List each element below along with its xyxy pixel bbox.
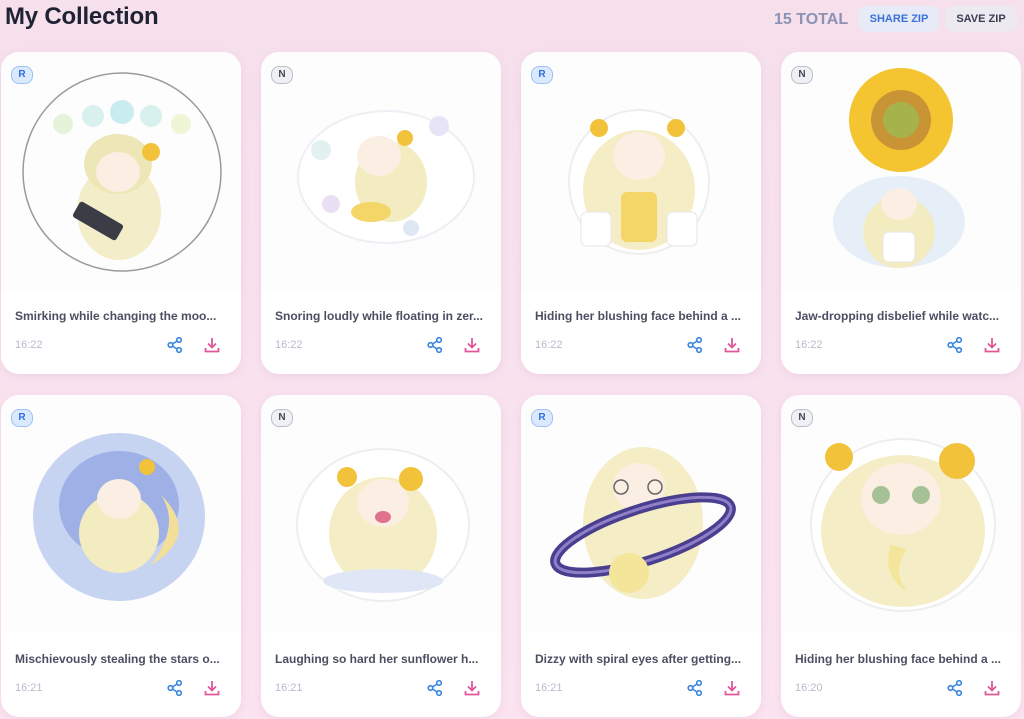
share-icon[interactable] [946,336,964,354]
rarity-badge: N [271,409,293,427]
sticker-time: 16:22 [535,339,563,351]
sticker-card[interactable]: N Hiding her blushing face behind a ... … [781,395,1021,717]
sticker-image[interactable] [781,395,1021,633]
share-icon[interactable] [426,336,444,354]
sticker-illustration [550,447,736,599]
sticker-illustration [22,72,222,272]
sticker-caption: Dizzy with spiral eyes after getting... [535,652,742,666]
sticker-caption: Snoring loudly while floating in zer... [275,309,484,323]
sticker-time: 16:22 [795,339,823,351]
sticker-caption: Hiding her blushing face behind a ... [535,309,742,323]
sticker-image[interactable] [1,395,241,633]
page-title: My Collection [5,3,159,30]
share-icon[interactable] [946,679,964,697]
rarity-badge: R [531,409,553,427]
sticker-time: 16:22 [15,339,43,351]
download-icon[interactable] [723,679,741,697]
sticker-card[interactable]: N Jaw-dropping disbelief while watc... 1… [781,52,1021,374]
sticker-image[interactable] [521,52,761,290]
sticker-card[interactable]: N Snoring loudly while floating in zer..… [261,52,501,374]
sticker-card[interactable]: R Smirking while changing the moo... 16:… [1,52,241,374]
collection-header: My Collection 15 TOTAL SHARE ZIP SAVE ZI… [0,0,1024,40]
sticker-illustration [33,433,205,601]
sticker-image[interactable] [1,52,241,290]
download-icon[interactable] [203,679,221,697]
download-icon[interactable] [983,336,1001,354]
sticker-card[interactable]: R Hiding her blushing face behind a ... … [521,52,761,374]
share-icon[interactable] [166,336,184,354]
sticker-caption: Hiding her blushing face behind a ... [795,652,1002,666]
sticker-illustration [296,448,470,602]
sticker-caption: Smirking while changing the moo... [15,309,217,323]
sticker-time: 16:20 [795,682,823,694]
sticker-caption: Laughing so hard her sunflower h... [275,652,479,666]
sticker-image[interactable] [261,395,501,633]
download-icon[interactable] [983,679,1001,697]
sticker-card[interactable]: N Laughing so hard her sunflower h... 16… [261,395,501,717]
sticker-illustration [833,68,965,268]
share-zip-button[interactable]: SHARE ZIP [859,6,939,32]
sticker-illustration [568,109,710,255]
share-icon[interactable] [686,679,704,697]
sticker-image[interactable] [781,52,1021,290]
share-icon[interactable] [686,336,704,354]
sticker-time: 16:21 [275,682,303,694]
rarity-badge: R [531,66,553,84]
sticker-illustration [810,438,996,612]
sticker-image[interactable] [521,395,761,633]
sticker-card[interactable]: R Mischievously stealing the stars o... … [1,395,241,717]
rarity-badge: R [11,66,33,84]
download-icon[interactable] [203,336,221,354]
rarity-badge: R [11,409,33,427]
share-icon[interactable] [166,679,184,697]
download-icon[interactable] [463,336,481,354]
rarity-badge: N [791,66,813,84]
download-icon[interactable] [463,679,481,697]
sticker-caption: Mischievously stealing the stars o... [15,652,220,666]
sticker-time: 16:21 [15,682,43,694]
sticker-card[interactable]: R Dizzy with spiral eyes after getting..… [521,395,761,717]
sticker-image[interactable] [261,52,501,290]
sticker-time: 16:22 [275,339,303,351]
total-count: 15 TOTAL [774,11,849,28]
sticker-illustration [297,110,475,244]
rarity-badge: N [271,66,293,84]
sticker-time: 16:21 [535,682,563,694]
save-zip-button[interactable]: SAVE ZIP [945,6,1017,32]
rarity-badge: N [791,409,813,427]
sticker-caption: Jaw-dropping disbelief while watc... [795,309,1000,323]
download-icon[interactable] [723,336,741,354]
share-icon[interactable] [426,679,444,697]
